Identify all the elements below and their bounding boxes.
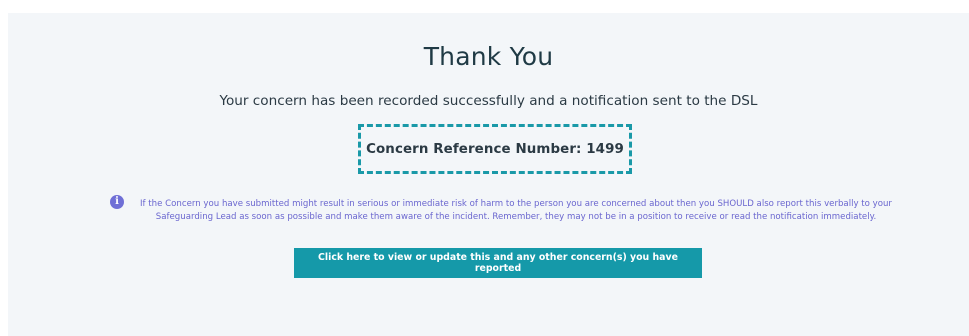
page-title: Thank You	[423, 42, 554, 71]
confirmation-panel: Thank You Your concern has been recorded…	[8, 13, 969, 336]
info-circle-icon: i	[110, 195, 124, 209]
safeguarding-warning-text: If the Concern you have submitted might …	[140, 199, 892, 222]
success-message: Your concern has been recorded successfu…	[219, 93, 758, 109]
reference-number-label: Concern Reference Number: 1499	[366, 141, 624, 157]
reference-number-box: Concern Reference Number: 1499	[358, 124, 632, 174]
view-concerns-button[interactable]: Click here to view or update this and an…	[294, 248, 702, 278]
